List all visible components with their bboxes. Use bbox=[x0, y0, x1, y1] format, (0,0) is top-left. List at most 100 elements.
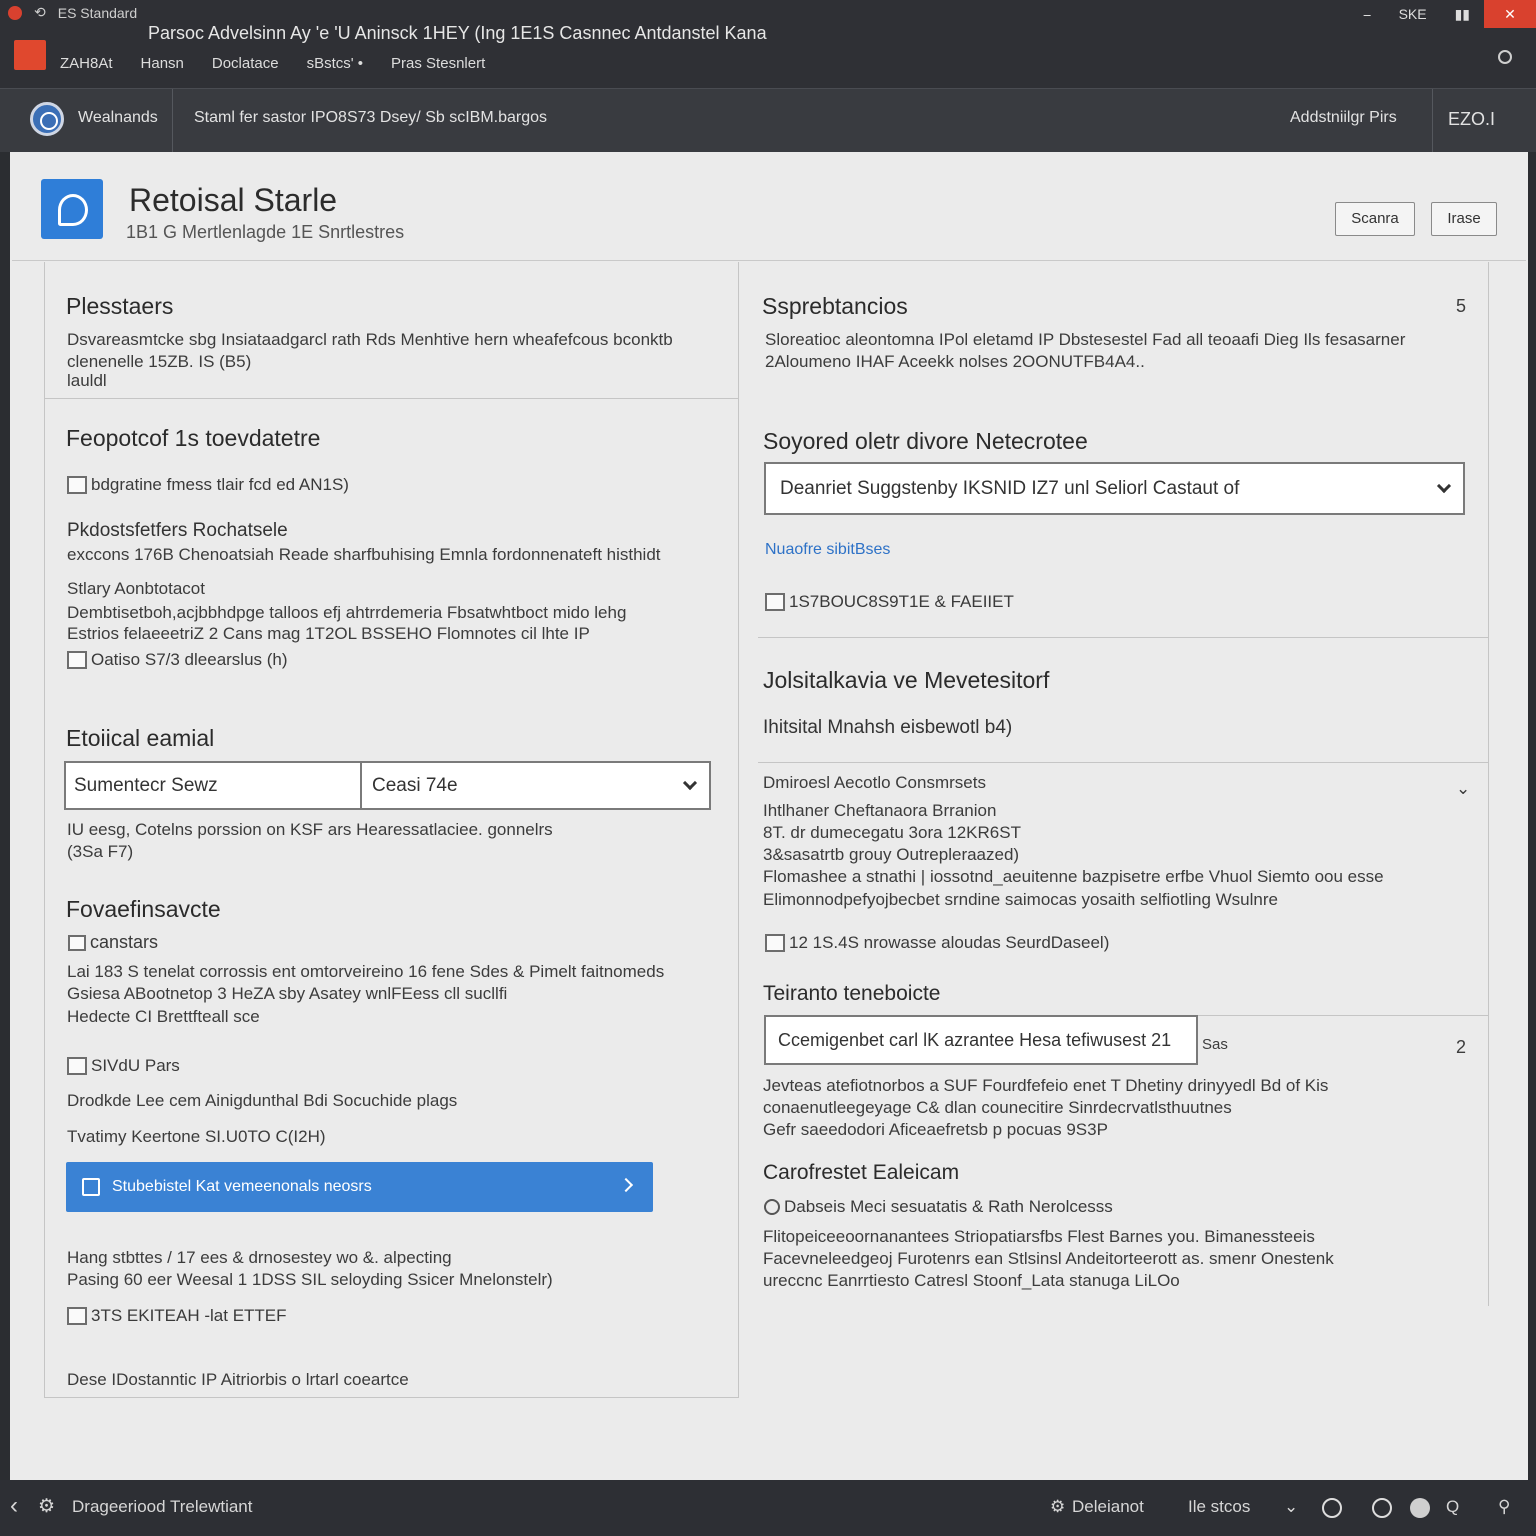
list-icon bbox=[68, 934, 86, 951]
section-title: Etoiical eamial bbox=[66, 725, 215, 751]
section-text: Hang stbttes / 17 ees & drnosestey wo &.… bbox=[67, 1248, 452, 1267]
menu-item[interactable]: Hansn bbox=[141, 55, 184, 72]
checkbox-label: Oatiso S7/3 dleearslus (h) bbox=[91, 650, 288, 669]
list-item[interactable]: canstars bbox=[68, 932, 158, 953]
menu-item[interactable]: Doclatace bbox=[212, 55, 279, 72]
globe-icon[interactable] bbox=[1410, 1498, 1430, 1518]
section-title: Ssprebtancios bbox=[762, 293, 908, 319]
chevron-down-icon bbox=[682, 775, 698, 790]
divider bbox=[12, 260, 1526, 261]
back-icon[interactable]: ⟲ bbox=[34, 4, 46, 21]
divider bbox=[172, 89, 173, 153]
text-input[interactable]: Sumentecr Sewz bbox=[64, 761, 362, 810]
checkbox-label: bdgratine fmess tlair fcd ed AN1S) bbox=[91, 475, 349, 494]
menu-item[interactable]: Pras Stesnlert bbox=[391, 55, 485, 72]
checkbox-label: SIVdU Pars bbox=[91, 1056, 180, 1075]
checkbox-row[interactable]: bdgratine fmess tlair fcd ed AN1S) bbox=[67, 475, 349, 495]
divider bbox=[758, 637, 1488, 638]
checkbox-row[interactable]: 1S7BOUC8S9T1E & FAEIIET bbox=[765, 592, 1014, 612]
status-text: Drageeriood Trelewtiant bbox=[72, 1497, 253, 1516]
section-title: Carofrestet Ealeicam bbox=[763, 1161, 960, 1184]
close-icon[interactable]: ✕ bbox=[1484, 0, 1536, 28]
search-icon[interactable]: Q bbox=[1446, 1497, 1459, 1517]
status-mid-icon[interactable]: ⚙ bbox=[1050, 1497, 1065, 1517]
checkbox-label: 3TS EKITEAH -lat ETTEF bbox=[91, 1306, 287, 1325]
checkbox-row[interactable]: SIVdU Pars bbox=[67, 1056, 180, 1076]
maximize-icon[interactable]: ▮▮ bbox=[1441, 6, 1484, 23]
section-text: Drodkde Lee cem Ainigdunthal Bdi Socuchi… bbox=[67, 1091, 458, 1110]
field-note: (3Sa F7) bbox=[67, 842, 134, 861]
column-divider bbox=[738, 288, 739, 1398]
input-value: Ccemigenbet carl lK azrantee Hesa tefiwu… bbox=[778, 1029, 1172, 1050]
checkbox-row[interactable]: 3TS EKITEAH -lat ETTEF bbox=[67, 1306, 287, 1326]
checkbox[interactable] bbox=[67, 651, 87, 669]
list-item-label: canstars bbox=[90, 932, 159, 952]
section-text: Estrios felaeeetriZ 2 Cans mag 1T2OL BSS… bbox=[67, 624, 590, 643]
status-mid-text[interactable]: Deleianot bbox=[1072, 1497, 1144, 1517]
text-input[interactable]: Ccemigenbet carl lK azrantee Hesa tefiwu… bbox=[764, 1015, 1198, 1065]
status-circle-icon[interactable] bbox=[1498, 50, 1512, 64]
checkbox[interactable] bbox=[67, 1307, 87, 1325]
header-button[interactable]: Irase bbox=[1431, 202, 1497, 236]
expand-icon[interactable]: ⌄ bbox=[1456, 778, 1470, 800]
section-text: Ihtlhaner Cheftanaora Brranion bbox=[763, 801, 997, 820]
link[interactable]: Nuaofre sibitBses bbox=[765, 541, 890, 559]
workspace-logo-icon[interactable] bbox=[30, 102, 64, 136]
circle-icon[interactable] bbox=[1372, 1498, 1392, 1518]
user-badge[interactable]: EZO.I bbox=[1448, 109, 1495, 130]
header-button[interactable]: Scanra bbox=[1335, 202, 1415, 236]
dropdown-select[interactable]: Ceasi 74e bbox=[360, 761, 711, 810]
app-toolbar: Wealnands Staml fer sastor IPO8S73 Dsey/… bbox=[0, 88, 1536, 153]
record-icon bbox=[8, 5, 22, 20]
menu-bar: ZAH8At Hansn Doclatace sBstcs' • Pras St… bbox=[60, 55, 485, 72]
chevron-down-icon[interactable]: ⌄ bbox=[1284, 1497, 1298, 1517]
document-icon bbox=[82, 1178, 100, 1196]
section-title: Soyored oletr divore Netecrotee bbox=[763, 428, 1088, 454]
toolbar-action[interactable]: Addstniilgr Pirs bbox=[1290, 109, 1397, 127]
checkbox[interactable] bbox=[67, 476, 87, 494]
section-text: exccons 176B Chenoatsiah Reade sharfbuhi… bbox=[67, 545, 661, 564]
status-right-text[interactable]: Ile stcos bbox=[1188, 1497, 1250, 1517]
divider bbox=[1432, 89, 1433, 153]
select-value: Deanriet Suggstenby IKSNID IZ7 unl Selio… bbox=[780, 477, 1240, 499]
window-controls: ⎯ SKE ▮▮ ✕ bbox=[1350, 0, 1536, 28]
checkbox[interactable] bbox=[765, 934, 785, 952]
checkbox-row[interactable]: Oatiso S7/3 dleearslus (h) bbox=[67, 650, 288, 670]
settings-icon[interactable]: ⚙ bbox=[38, 1495, 55, 1518]
menu-item[interactable]: ZAH8At bbox=[60, 55, 113, 72]
page-subtitle: 1B1 G Mertlenlagde 1E Snrtlestres bbox=[126, 222, 405, 242]
right-panel-border bbox=[1488, 262, 1489, 1306]
section-title: Plesstaers bbox=[66, 293, 174, 319]
section-text: conaenutleegeyage C& dlan counecitire Si… bbox=[763, 1098, 1232, 1117]
section-text: Pasing 60 eer Weesal 1 1DSS SIL seloydin… bbox=[67, 1270, 553, 1289]
chevron-down-icon bbox=[1436, 478, 1452, 493]
workspace-label[interactable]: Wealnands bbox=[78, 109, 158, 127]
checkbox-row[interactable]: 12 1S.4S nrowasse aloudas SeurdDaseel) bbox=[765, 933, 1109, 953]
system-menu[interactable]: ⟲ ES Standard bbox=[8, 4, 137, 21]
panel-footer-text: Dese IDostanntic IP Aitriorbis o lrtarl … bbox=[67, 1370, 409, 1389]
back-arrow-icon[interactable]: ‹ bbox=[10, 1492, 18, 1520]
dropdown-select[interactable]: Deanriet Suggstenby IKSNID IZ7 unl Selio… bbox=[764, 462, 1465, 515]
section-text: Hedecte CI Brettfteall sce bbox=[67, 1007, 260, 1026]
subsection-title: Pkdostsfetfers Rochatsele bbox=[67, 520, 288, 541]
breadcrumb-path[interactable]: Staml fer sastor IPO8S73 Dsey/ Sb scIBM.… bbox=[194, 109, 547, 127]
page-title: Retoisal Starle bbox=[129, 182, 338, 218]
checkbox[interactable] bbox=[67, 1057, 87, 1075]
count-badge: 5 bbox=[1456, 296, 1467, 316]
group-header[interactable]: Dmiroesl Aecotlo Consmrsets bbox=[763, 772, 986, 794]
section-text: Sloreatioc aleontomna IPol eletamd IP Db… bbox=[765, 330, 1406, 349]
menu-item[interactable]: sBstcs' • bbox=[307, 55, 363, 72]
checkbox[interactable] bbox=[765, 593, 785, 611]
primary-action-button[interactable]: Stubebistel Kat vemeenonals neosrs bbox=[66, 1162, 653, 1212]
section-text: lauldl bbox=[67, 371, 107, 390]
list-item-label: Dabseis Meci sesuatatis & Rath Nerolcess… bbox=[784, 1197, 1113, 1216]
radio-icon[interactable] bbox=[764, 1199, 780, 1215]
status-bar: ‹ ⚙ Drageeriood Trelewtiant ⚙ Deleianot … bbox=[0, 1480, 1536, 1536]
refresh-icon[interactable] bbox=[1322, 1498, 1342, 1518]
section-text: Flomashee a stnathi | iossotnd_aeuitenne… bbox=[763, 867, 1384, 886]
minimize-icon[interactable]: ⎯ bbox=[1350, 6, 1385, 23]
section-text: Gsiesa ABootnetop 3 HeZA sby Asatey wnlF… bbox=[67, 984, 508, 1003]
section-text: Lai 183 S tenelat corrossis ent omtorvei… bbox=[67, 962, 665, 981]
user-icon[interactable]: ⚲ bbox=[1498, 1497, 1510, 1517]
list-item[interactable]: Dabseis Meci sesuatatis & Rath Nerolcess… bbox=[764, 1197, 1113, 1217]
